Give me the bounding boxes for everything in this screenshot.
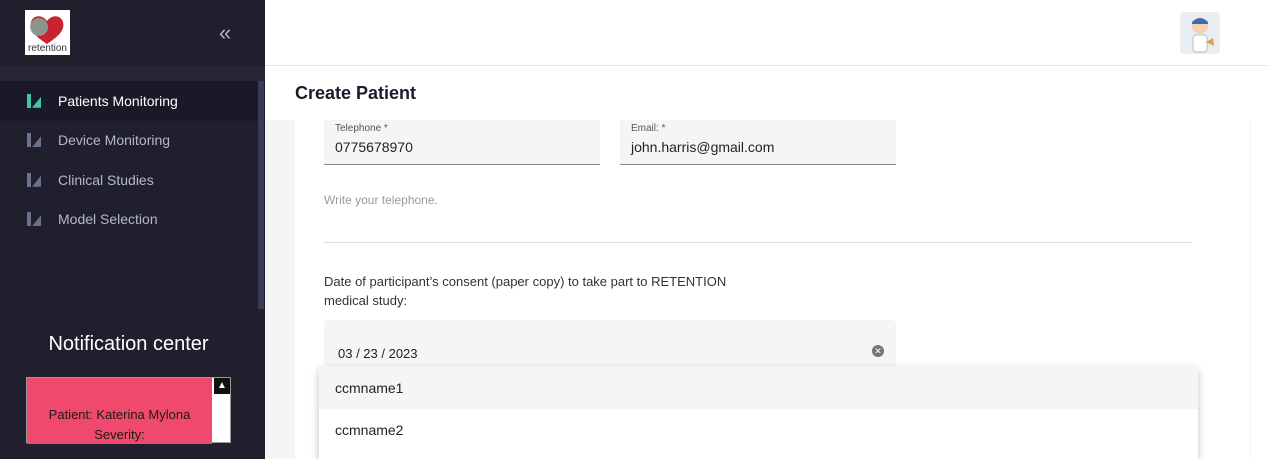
notification-patient: Patient: Katerina Mylona	[48, 407, 191, 422]
dropdown-menu: ccmname1 ccmname2	[319, 367, 1198, 459]
telephone-label: Telephone *	[335, 123, 388, 134]
collapse-sidebar-icon[interactable]: «	[219, 20, 231, 46]
sidebar-item-patients-monitoring[interactable]: Patients Monitoring	[0, 81, 258, 121]
telephone-value: 0775678970	[335, 139, 413, 155]
sidebar-item-model-selection[interactable]: Model Selection	[0, 200, 258, 240]
chart-icon	[26, 132, 42, 148]
consent-date-input[interactable]: 03 / 23 / 2023 ✕	[324, 320, 896, 366]
telephone-helper-text: Write your telephone.	[324, 193, 438, 207]
sidebar-item-label: Patients Monitoring	[58, 92, 178, 109]
sidebar-item-device-monitoring[interactable]: Device Monitoring	[0, 121, 258, 161]
logo-text: retention	[28, 43, 67, 54]
sidebar-item-label: Model Selection	[58, 211, 158, 228]
clear-icon[interactable]: ✕	[872, 345, 884, 357]
sidebar-divider	[0, 66, 265, 81]
dropdown-option[interactable]: ccmname1	[319, 367, 1198, 409]
chart-icon	[26, 172, 42, 188]
page-scrollbar[interactable]	[1251, 66, 1268, 459]
top-bar	[265, 0, 1268, 66]
page-title-bar: Create Patient	[265, 66, 1251, 120]
consent-date-label: Date of participant’s consent (paper cop…	[324, 274, 727, 308]
sidebar-item-label: Clinical Studies	[58, 171, 154, 188]
sidebar: retention « Patients Monitoring Device M…	[0, 0, 265, 459]
sidebar-item-label: Device Monitoring	[58, 132, 171, 149]
user-avatar[interactable]	[1180, 12, 1220, 54]
telephone-field[interactable]: Telephone * 0775678970	[324, 120, 600, 165]
email-value: john.harris@gmail.com	[631, 139, 775, 155]
email-field[interactable]: Email: * john.harris@gmail.com	[620, 120, 896, 165]
consent-date-value: 03 / 23 / 2023	[338, 346, 418, 361]
notification-list[interactable]: Patient: Katerina Mylona Severity: ▲	[26, 377, 231, 444]
chart-icon	[26, 93, 42, 109]
scroll-up-icon[interactable]: ▲	[214, 378, 230, 394]
dropdown-option[interactable]: ccmname2	[319, 409, 1198, 451]
retention-logo[interactable]: retention	[25, 10, 70, 55]
email-label: Email: *	[631, 123, 666, 134]
sidebar-nav: Patients Monitoring Device Monitoring Cl…	[0, 81, 258, 239]
chart-icon	[26, 211, 42, 227]
sidebar-item-clinical-studies[interactable]: Clinical Studies	[0, 160, 258, 200]
page-title: Create Patient	[295, 83, 417, 103]
section-divider	[324, 242, 1192, 243]
notification-card[interactable]: Patient: Katerina Mylona Severity:	[27, 378, 212, 444]
notification-center-title: Notification center	[48, 333, 209, 355]
notification-severity: Severity:	[94, 427, 145, 442]
sidebar-scrollbar[interactable]	[258, 81, 264, 309]
